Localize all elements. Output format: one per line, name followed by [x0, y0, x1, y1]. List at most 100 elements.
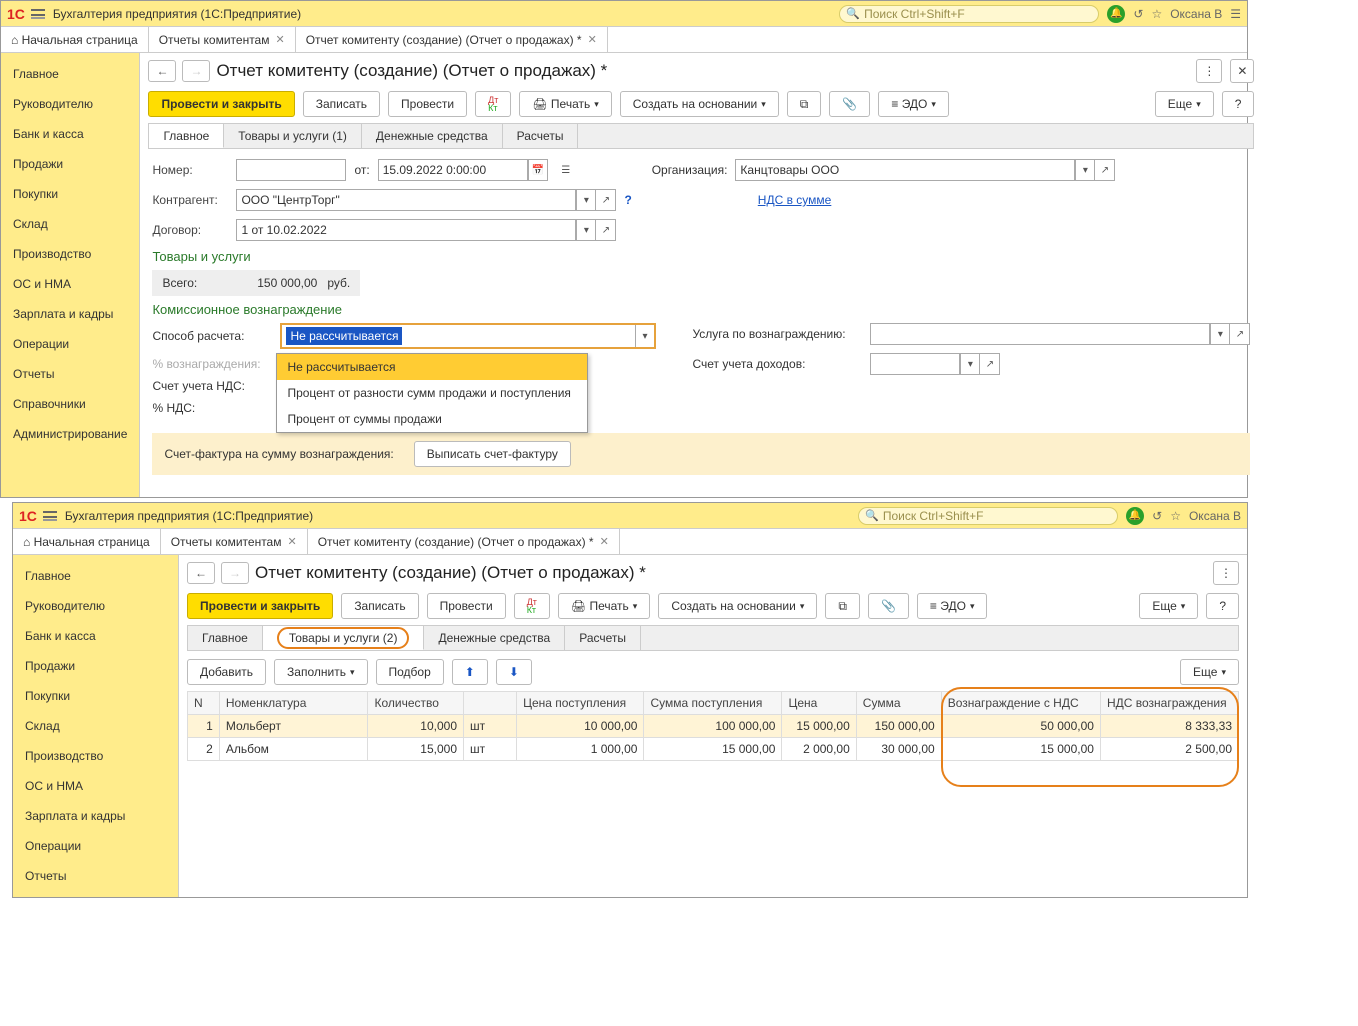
- dropdown-icon[interactable]: ▾: [960, 353, 980, 375]
- sidebar-item[interactable]: Главное: [13, 561, 178, 591]
- tab-home[interactable]: ⌂ Начальная страница: [1, 27, 149, 52]
- tab-document[interactable]: Отчет комитенту (создание) (Отчет о прод…: [296, 27, 608, 52]
- sidebar-item[interactable]: Склад: [1, 209, 139, 239]
- sidebar-item[interactable]: Отчеты: [13, 861, 178, 891]
- sidebar-item[interactable]: Администрирование: [1, 419, 139, 449]
- counterparty-input[interactable]: ООО "ЦентрТорг": [236, 189, 576, 211]
- org-input[interactable]: Канцтовары ООО: [735, 159, 1075, 181]
- move-up-button[interactable]: ⬆: [452, 659, 488, 685]
- sidebar-item[interactable]: Зарплата и кадры: [1, 299, 139, 329]
- menu-icon[interactable]: [43, 511, 57, 521]
- create-based-button[interactable]: Создать на основании▾: [658, 593, 817, 619]
- date-input[interactable]: 15.09.2022 0:00:00: [378, 159, 528, 181]
- sidebar-item[interactable]: Руководителю: [13, 591, 178, 621]
- more-button[interactable]: Еще▾: [1139, 593, 1198, 619]
- subtab-calc[interactable]: Расчеты: [503, 124, 579, 148]
- open-icon[interactable]: ↗: [1230, 323, 1250, 345]
- issue-invoice-button[interactable]: Выписать счет-фактуру: [414, 441, 571, 467]
- history-icon[interactable]: ↺: [1133, 7, 1143, 21]
- menu-more-icon[interactable]: ☰: [1230, 7, 1241, 21]
- nds-link[interactable]: НДС в сумме: [758, 193, 832, 207]
- structure-button[interactable]: ⧉: [787, 91, 822, 117]
- dropdown-icon[interactable]: ▾: [635, 325, 655, 347]
- save-button[interactable]: Записать: [341, 593, 418, 619]
- sidebar-item[interactable]: Продажи: [1, 149, 139, 179]
- contract-input[interactable]: 1 от 10.02.2022: [236, 219, 576, 241]
- sidebar-item[interactable]: Покупки: [13, 681, 178, 711]
- help-button[interactable]: ?: [1222, 91, 1255, 117]
- toggle-icon[interactable]: ☰: [556, 159, 576, 181]
- subtab-goods[interactable]: Товары и услуги (1): [224, 124, 362, 148]
- sidebar-item[interactable]: Операции: [13, 831, 178, 861]
- close-icon[interactable]: ✕: [287, 535, 296, 548]
- sidebar-item[interactable]: Покупки: [1, 179, 139, 209]
- subtab-calc[interactable]: Расчеты: [565, 626, 641, 650]
- user-name[interactable]: Оксана В: [1189, 509, 1241, 523]
- income-acc-input[interactable]: [870, 353, 960, 375]
- close-icon[interactable]: ✕: [588, 33, 597, 46]
- tab-reports[interactable]: Отчеты комитентам✕: [149, 27, 296, 52]
- more-button[interactable]: Еще▾: [1180, 659, 1239, 685]
- print-button[interactable]: 🖨 Печать▾: [558, 593, 650, 619]
- sidebar-item[interactable]: Руководителю: [1, 89, 139, 119]
- sidebar-item[interactable]: Продажи: [13, 651, 178, 681]
- move-down-button[interactable]: ⬇: [496, 659, 532, 685]
- sidebar-item[interactable]: Операции: [1, 329, 139, 359]
- tab-document[interactable]: Отчет комитенту (создание) (Отчет о прод…: [308, 529, 620, 554]
- sidebar-item[interactable]: Банк и касса: [13, 621, 178, 651]
- table-row[interactable]: 2 Альбом 15,000 шт 1 000,00 15 000,00 2 …: [188, 738, 1239, 761]
- star-icon[interactable]: ☆: [1170, 509, 1181, 523]
- close-icon[interactable]: ✕: [275, 33, 284, 46]
- option[interactable]: Процент от суммы продажи: [277, 406, 587, 432]
- dtkt-button[interactable]: ДтКт: [514, 593, 550, 619]
- nav-forward[interactable]: →: [182, 60, 210, 82]
- post-close-button[interactable]: Провести и закрыть: [187, 593, 333, 619]
- notification-icon[interactable]: 🔔: [1126, 507, 1144, 525]
- add-button[interactable]: Добавить: [187, 659, 266, 685]
- post-button[interactable]: Провести: [427, 593, 506, 619]
- sidebar-item[interactable]: Отчеты: [1, 359, 139, 389]
- service-input[interactable]: [870, 323, 1210, 345]
- post-close-button[interactable]: Провести и закрыть: [148, 91, 294, 117]
- print-button[interactable]: 🖨 Печать▾: [519, 91, 611, 117]
- help-button[interactable]: ?: [1206, 593, 1239, 619]
- help-icon[interactable]: ?: [624, 193, 631, 207]
- open-icon[interactable]: ↗: [1095, 159, 1115, 181]
- open-icon[interactable]: ↗: [596, 189, 616, 211]
- sidebar-item[interactable]: ОС и НМА: [1, 269, 139, 299]
- tab-reports[interactable]: Отчеты комитентам✕: [161, 529, 308, 554]
- sidebar-item[interactable]: Производство: [1, 239, 139, 269]
- subtab-main[interactable]: Главное: [188, 626, 263, 650]
- subtab-main[interactable]: Главное: [149, 124, 224, 148]
- subtab-money[interactable]: Денежные средства: [424, 626, 565, 650]
- history-icon[interactable]: ↺: [1152, 509, 1162, 523]
- dropdown-icon[interactable]: ▾: [576, 189, 596, 211]
- option[interactable]: Процент от разности сумм продажи и посту…: [277, 380, 587, 406]
- search-input[interactable]: 🔍 Поиск Ctrl+Shift+F: [839, 5, 1099, 23]
- pick-button[interactable]: Подбор: [376, 659, 444, 685]
- sidebar-item[interactable]: Зарплата и кадры: [13, 801, 178, 831]
- dropdown-icon[interactable]: ▾: [1210, 323, 1230, 345]
- star-icon[interactable]: ☆: [1151, 7, 1162, 21]
- user-name[interactable]: Оксана В: [1170, 7, 1222, 21]
- table-row[interactable]: 1 Мольберт 10,000 шт 10 000,00 100 000,0…: [188, 715, 1239, 738]
- notification-icon[interactable]: 🔔: [1107, 5, 1125, 23]
- structure-button[interactable]: ⧉: [825, 593, 860, 619]
- tab-home[interactable]: ⌂ Начальная страница: [13, 529, 161, 554]
- edo-button[interactable]: ≡ ЭДО▾: [917, 593, 988, 619]
- save-button[interactable]: Записать: [303, 91, 380, 117]
- kebab-icon[interactable]: ⋮: [1196, 59, 1222, 83]
- sidebar-item[interactable]: Производство: [13, 741, 178, 771]
- sidebar-item[interactable]: Главное: [1, 59, 139, 89]
- attach-button[interactable]: 📎: [829, 91, 870, 117]
- sidebar-item[interactable]: ОС и НМА: [13, 771, 178, 801]
- nav-back[interactable]: ←: [148, 60, 176, 82]
- subtab-goods[interactable]: Товары и услуги (2): [263, 626, 425, 650]
- number-input[interactable]: [236, 159, 346, 181]
- fill-button[interactable]: Заполнить▾: [274, 659, 367, 685]
- create-based-button[interactable]: Создать на основании▾: [620, 91, 779, 117]
- sidebar-item[interactable]: Банк и касса: [1, 119, 139, 149]
- open-icon[interactable]: ↗: [980, 353, 1000, 375]
- more-button[interactable]: Еще▾: [1155, 91, 1214, 117]
- subtab-money[interactable]: Денежные средства: [362, 124, 503, 148]
